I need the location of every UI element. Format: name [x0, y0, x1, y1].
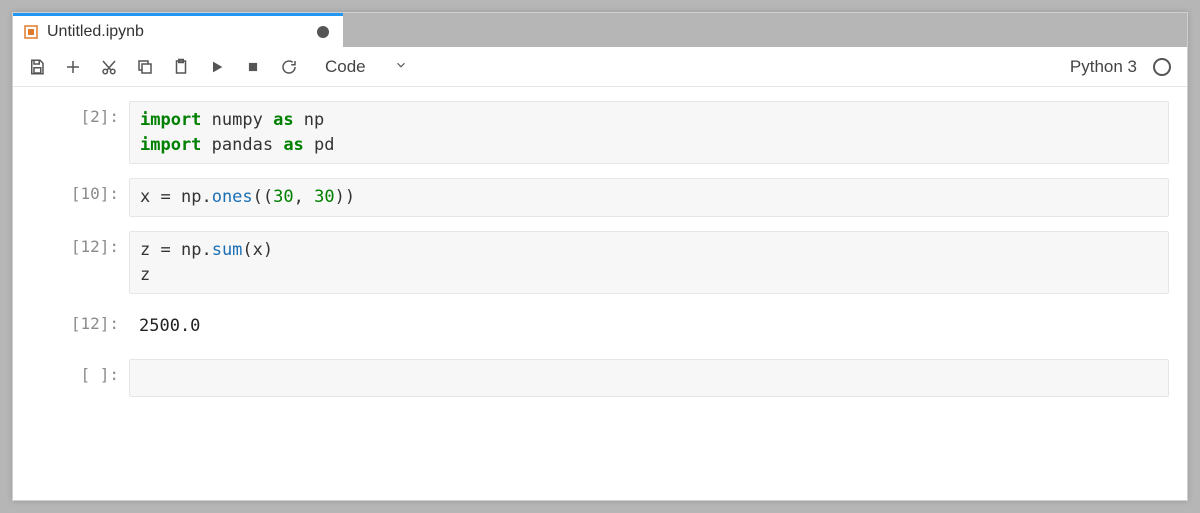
notebook-toolbar: Code Python 3 [13, 47, 1187, 87]
code-editor[interactable]: z = np.sum(x) z [129, 231, 1169, 294]
notebook-panel: Untitled.ipynb [12, 12, 1188, 501]
input-prompt: [10]: [35, 178, 129, 203]
code-editor[interactable]: import numpy as np import pandas as pd [129, 101, 1169, 164]
tab-title: Untitled.ipynb [47, 23, 309, 41]
input-prompt: [ ]: [35, 359, 129, 384]
code-cell[interactable]: [ ]: [13, 359, 1173, 398]
copy-button[interactable] [129, 51, 161, 83]
paste-button[interactable] [165, 51, 197, 83]
cell-output: 2500.0 [129, 308, 1169, 345]
output-prompt: [12]: [35, 308, 129, 333]
cell-type-value: Code [325, 57, 366, 77]
kernel-name[interactable]: Python 3 [1070, 57, 1139, 77]
file-tab[interactable]: Untitled.ipynb [13, 13, 343, 47]
interrupt-button[interactable] [237, 51, 269, 83]
unsaved-dot-icon [317, 26, 329, 38]
code-editor[interactable]: x = np.ones((30, 30)) [129, 178, 1169, 217]
restart-button[interactable] [273, 51, 305, 83]
run-button[interactable] [201, 51, 233, 83]
insert-cell-button[interactable] [57, 51, 89, 83]
kernel-status-icon[interactable] [1153, 58, 1171, 76]
code-cell[interactable]: [2]:import numpy as np import pandas as … [13, 101, 1173, 164]
input-prompt: [2]: [35, 101, 129, 126]
code-editor[interactable] [129, 359, 1169, 398]
cell-type-select[interactable]: Code [319, 55, 414, 79]
output-row[interactable]: [12]:2500.0 [13, 308, 1173, 345]
tab-strip: Untitled.ipynb [13, 13, 1187, 47]
notebook-icon [23, 24, 39, 40]
code-cell[interactable]: [12]:z = np.sum(x) z [13, 231, 1173, 294]
notebook-body[interactable]: [2]:import numpy as np import pandas as … [13, 87, 1187, 500]
save-button[interactable] [21, 51, 53, 83]
input-prompt: [12]: [35, 231, 129, 256]
code-cell[interactable]: [10]:x = np.ones((30, 30)) [13, 178, 1173, 217]
chevron-down-icon [394, 57, 408, 77]
cut-button[interactable] [93, 51, 125, 83]
